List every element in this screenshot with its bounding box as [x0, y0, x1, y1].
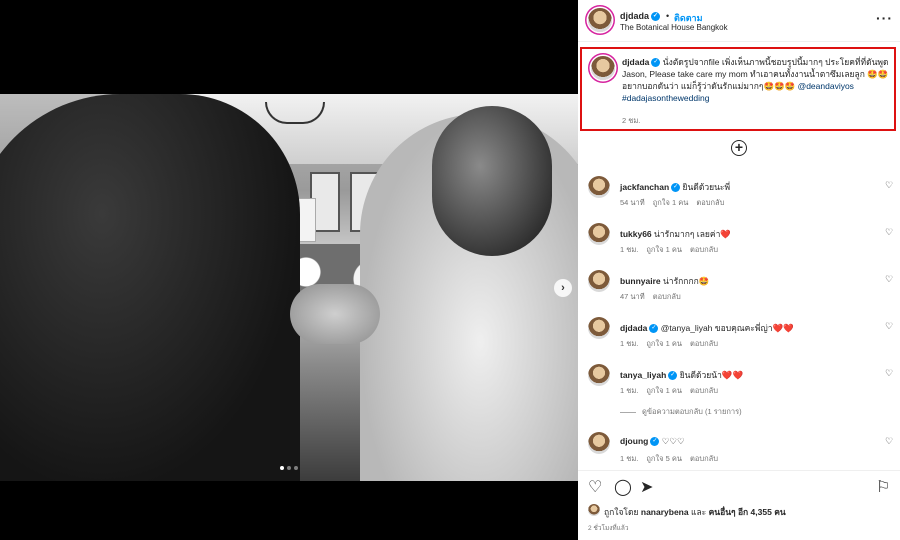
action-bar: ♡ ◯ ➤ ⚐ ถูกใจโดย nanarybena และ คนอื่นๆ …: [578, 470, 900, 540]
comment-text: ยินดีด้วยน้า❤️❤️: [679, 370, 744, 380]
header-username[interactable]: djdada: [620, 11, 649, 21]
like-comment-heart-icon[interactable]: ♡: [885, 274, 893, 285]
comment-username[interactable]: jackfanchan: [620, 182, 669, 192]
comment-item: jackfanchan ✓ ยินดีด้วยนะพี่ 54 นาที ถูกใจ…: [578, 176, 900, 220]
comment-username[interactable]: tanya_liyah: [620, 370, 666, 380]
view-replies-link[interactable]: ดูข้อความตอบกลับ (1 รายการ): [620, 406, 742, 418]
comment-text: ยินดีด้วยนะพี่: [682, 182, 731, 192]
comment-likes[interactable]: ถูกใจ 5 คน: [646, 454, 682, 463]
separator: •: [666, 11, 670, 21]
caption-username[interactable]: djdada: [622, 57, 649, 67]
avatar[interactable]: [588, 223, 610, 245]
more-options-icon[interactable]: ···: [876, 10, 893, 26]
verified-badge-icon: ✓: [651, 58, 661, 68]
comment-item: bunnyaire น่ารักกกก🤩 47 นาที ตอบกลับ ♡: [578, 270, 900, 314]
carousel-dot: [287, 466, 291, 470]
likes-summary: ถูกใจโดย nanarybena และ คนอื่นๆ อีก 4,35…: [604, 507, 786, 517]
caption-time: 2 ชม.: [622, 116, 641, 125]
comment-text: @tanya_liyah ขอบคุณคะพี่ญ่า❤️❤️: [660, 323, 794, 333]
bookmark-icon[interactable]: ⚐: [876, 477, 890, 497]
verified-badge-icon: ✓: [671, 183, 681, 193]
reply-button[interactable]: ตอบกลับ: [690, 386, 718, 395]
media-panel: ›: [0, 0, 578, 540]
avatar[interactable]: [588, 504, 600, 516]
comment-likes[interactable]: ถูกใจ 1 คน: [646, 339, 682, 348]
comment-time: 1 ชม.: [620, 386, 639, 395]
comment-text: น่ารักมากๆ เลยค่า❤️: [654, 229, 731, 239]
comment-text: น่ารักกกก🤩: [663, 276, 710, 286]
post-photo[interactable]: [0, 94, 578, 481]
next-photo-button[interactable]: ›: [554, 279, 572, 297]
likes-count[interactable]: คนอื่นๆ อีก 4,355 คน: [709, 507, 786, 517]
share-icon[interactable]: ➤: [640, 477, 653, 497]
comment-time: 1 ชม.: [620, 245, 639, 254]
caption-mention[interactable]: @deandaviyos: [798, 81, 854, 91]
comment-likes[interactable]: ถูกใจ 1 คน: [653, 198, 689, 207]
like-comment-heart-icon[interactable]: ♡: [885, 180, 893, 191]
load-more-comments-icon[interactable]: +: [731, 140, 747, 156]
avatar[interactable]: [588, 432, 610, 454]
avatar[interactable]: [588, 270, 610, 292]
like-comment-heart-icon[interactable]: ♡: [885, 227, 893, 238]
comment-icon[interactable]: ◯: [614, 477, 632, 497]
comment-time: 47 นาที: [620, 292, 645, 301]
verified-badge-icon: ✓: [668, 371, 678, 381]
avatar[interactable]: [588, 176, 610, 198]
comment-username[interactable]: djdada: [620, 323, 647, 333]
comment-likes[interactable]: ถูกใจ 1 คน: [646, 245, 682, 254]
avatar[interactable]: [588, 364, 610, 386]
caption-text: djdada ✓ นั่งตัดรูปจากfile เพิ่งเห็นภาพนี…: [622, 56, 890, 104]
caption-highlight: djdada ✓ นั่งตัดรูปจากfile เพิ่งเห็นภาพนี…: [580, 47, 896, 131]
comment-time: 1 ชม.: [620, 454, 639, 463]
comment-item: tukky66 น่ารักมากๆ เลยค่า❤️ 1 ชม. ถูกใจ 1…: [578, 223, 900, 267]
reply-button[interactable]: ตอบกลับ: [690, 339, 718, 348]
reply-button[interactable]: ตอบกลับ: [690, 245, 718, 254]
heart-icon[interactable]: ♡: [588, 477, 602, 497]
post-sidebar: djdada ✓ • ติดตาม The Botanical House Ban…: [578, 0, 900, 540]
verified-badge-icon: ✓: [651, 12, 661, 22]
like-comment-heart-icon[interactable]: ♡: [885, 321, 893, 332]
carousel-dot: [294, 466, 298, 470]
reply-button[interactable]: ตอบกลับ: [653, 292, 681, 301]
reply-button[interactable]: ตอบกลับ: [690, 454, 718, 463]
comment-text: ♡♡♡: [661, 436, 685, 446]
post-header: djdada ✓ • ติดตาม The Botanical House Ban…: [578, 0, 900, 42]
liked-by-user[interactable]: nanarybena: [641, 507, 689, 517]
comment-username[interactable]: bunnyaire: [620, 276, 661, 286]
caption-hashtag[interactable]: #dadajasonthewedding: [622, 93, 709, 103]
comment-time: 1 ชม.: [620, 339, 639, 348]
comment-likes[interactable]: ถูกใจ 1 คน: [646, 386, 682, 395]
comment-username[interactable]: djoung: [620, 436, 648, 446]
verified-badge-icon: ✓: [649, 324, 659, 334]
comment-time: 54 นาที: [620, 198, 645, 207]
comment-item: djdada ✓ @tanya_liyah ขอบคุณคะพี่ญ่า❤️❤️ …: [578, 317, 900, 361]
carousel-indicator: [280, 466, 298, 470]
post-time: 2 ชั่วโมงที่แล้ว: [588, 525, 629, 532]
like-comment-heart-icon[interactable]: ♡: [885, 368, 893, 379]
comment-username[interactable]: tukky66: [620, 229, 652, 239]
avatar[interactable]: [588, 317, 610, 339]
verified-badge-icon: ✓: [650, 437, 660, 447]
view-replies-label: ดูข้อความตอบกลับ (1 รายการ): [642, 407, 742, 416]
reply-button[interactable]: ตอบกลับ: [696, 198, 724, 207]
avatar[interactable]: [588, 8, 612, 32]
like-comment-heart-icon[interactable]: ♡: [885, 436, 893, 447]
chevron-right-icon: ›: [561, 282, 565, 294]
avatar[interactable]: [591, 56, 615, 80]
comment-item: tanya_liyah ✓ ยินดีด้วยน้า❤️❤️ 1 ชม. ถูกใจ…: [578, 364, 900, 408]
carousel-dot: [280, 466, 284, 470]
instagram-post-view: › djdada ✓ • ติดตาม The Botanical House B…: [0, 0, 900, 540]
location-link[interactable]: The Botanical House Bangkok: [620, 23, 728, 32]
